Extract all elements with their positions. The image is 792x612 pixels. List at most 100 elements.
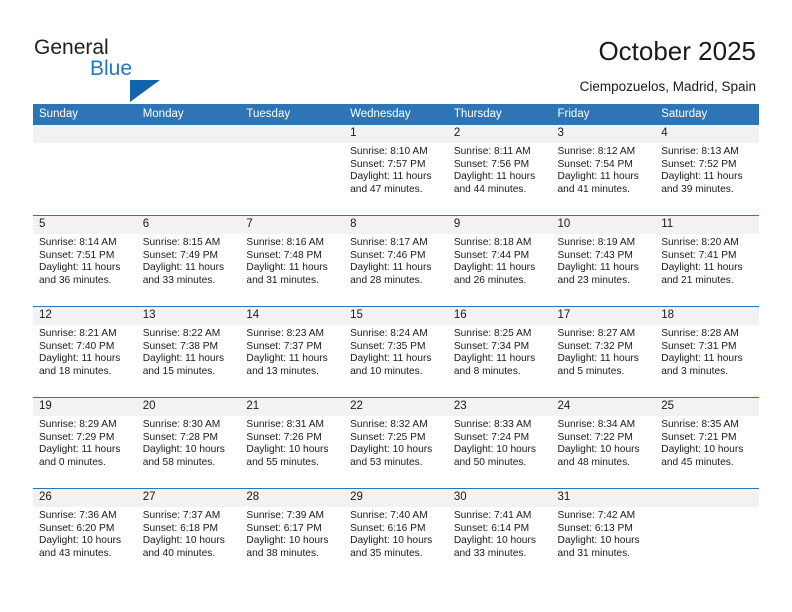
day-sunrise-text: Sunrise: 7:40 AM — [350, 510, 428, 521]
calendar-grid-wrapper: Sunday Monday Tuesday Wednesday Thursday… — [33, 104, 759, 579]
calendar-day-cell[interactable]: 27 Sunrise: 7:37 AM Sunset: 6:18 PM Dayligh… — [136, 488, 241, 579]
day-daylight-line-text: and 8 minutes. — [453, 365, 521, 377]
day-number: 21 — [240, 398, 345, 416]
calendar-day-cell[interactable]: 19 Sunrise: 8:29 AM Sunset: 7:29 PM Dayligh… — [33, 397, 137, 489]
day-number: 19 — [33, 398, 137, 416]
day-details: Sunrise: 8:32 AM Sunset: 7:25 PM Daylight:… — [344, 416, 448, 469]
day-daylight-line-text: Daylight: 11 hours — [453, 353, 536, 365]
day-number: 2 — [447, 125, 552, 143]
calendar-day-cell[interactable]: 15 Sunrise: 8:24 AM Sunset: 7:35 PM Dayligh… — [344, 306, 448, 398]
calendar-header-row: Sunday Monday Tuesday Wednesday Thursday… — [33, 104, 759, 125]
calendar-day-cell[interactable]: 24 Sunrise: 8:34 AM Sunset: 7:22 PM Dayligh… — [551, 397, 656, 489]
day-daylight-line-text: and 58 minutes. — [142, 456, 216, 468]
calendar-day-cell[interactable]: 20 Sunrise: 8:30 AM Sunset: 7:28 PM Dayligh… — [136, 397, 241, 489]
calendar-day-cell[interactable]: 13 Sunrise: 8:22 AM Sunset: 7:38 PM Dayligh… — [136, 306, 241, 398]
day-sunset-text: Sunset: 7:44 PM — [453, 249, 530, 261]
calendar-day-cell[interactable]: 6 Sunrise: 8:15 AM Sunset: 7:49 PM Daylight… — [136, 215, 241, 307]
calendar-day-cell-empty — [655, 488, 759, 579]
day-daylight-line-text: Daylight: 11 hours — [661, 353, 743, 365]
day-number: 14 — [240, 307, 345, 325]
calendar-day-cell[interactable]: 25 Sunrise: 8:35 AM Sunset: 7:21 PM Dayligh… — [655, 397, 759, 489]
day-daylight-line-text: Daylight: 10 hours — [39, 535, 122, 547]
day-daylight-line-text: Daylight: 11 hours — [661, 171, 743, 183]
day-sunset-text: Sunset: 7:29 PM — [39, 431, 115, 443]
calendar-day-cell[interactable]: 4 Sunrise: 8:13 AM Sunset: 7:52 PM Daylight… — [655, 125, 759, 216]
day-daylight-line-text: and 26 minutes. — [453, 274, 527, 286]
day-daylight-line-text: Daylight: 11 hours — [453, 171, 536, 183]
calendar-day-cell-empty — [136, 125, 241, 216]
day-details: Sunrise: 8:34 AM Sunset: 7:22 PM Daylight:… — [552, 416, 656, 469]
calendar-day-cell[interactable]: 18 Sunrise: 8:28 AM Sunset: 7:31 PM Dayligh… — [655, 306, 759, 398]
day-sunset-text: Sunset: 6:16 PM — [350, 522, 426, 534]
calendar-day-cell[interactable]: 16 Sunrise: 8:25 AM Sunset: 7:34 PM Dayligh… — [447, 306, 552, 398]
day-daylight-line-text: Daylight: 11 hours — [39, 444, 121, 456]
day-daylight-line-text: Daylight: 11 hours — [246, 353, 328, 365]
day-sunrise-text: Sunrise: 7:41 AM — [453, 510, 532, 521]
day-sunset-text: Sunset: 7:32 PM — [557, 340, 633, 352]
day-daylight-line-text: Daylight: 10 hours — [246, 444, 329, 456]
day-number: 10 — [551, 216, 656, 234]
calendar-day-cell[interactable]: 1 Sunrise: 8:10 AM Sunset: 7:57 PM Daylight… — [344, 125, 448, 216]
calendar-day-cell[interactable]: 31 Sunrise: 7:42 AM Sunset: 6:13 PM Dayligh… — [551, 488, 656, 579]
day-daylight-line-text: Daylight: 11 hours — [661, 262, 743, 274]
day-sunrise-text: Sunrise: 8:32 AM — [350, 419, 428, 430]
day-sunset-text: Sunset: 7:40 PM — [39, 340, 115, 352]
calendar-day-cell[interactable]: 5 Sunrise: 8:14 AM Sunset: 7:51 PM Daylight… — [33, 215, 137, 307]
calendar-day-cell[interactable]: 21 Sunrise: 8:31 AM Sunset: 7:26 PM Dayligh… — [240, 397, 345, 489]
day-number — [240, 125, 345, 143]
day-number: 27 — [136, 489, 241, 507]
calendar-day-cell[interactable]: 12 Sunrise: 8:21 AM Sunset: 7:40 PM Dayligh… — [33, 306, 137, 398]
day-daylight-line-text: Daylight: 11 hours — [39, 353, 121, 365]
day-number: 12 — [33, 307, 137, 325]
calendar-day-cell[interactable]: 22 Sunrise: 8:32 AM Sunset: 7:25 PM Dayligh… — [344, 397, 448, 489]
day-sunrise-text: Sunrise: 8:34 AM — [557, 419, 636, 430]
day-daylight-line-text: and 31 minutes. — [246, 274, 319, 286]
page-location: Ciempozuelos, Madrid, Spain — [579, 79, 756, 94]
day-daylight-line-text: Daylight: 10 hours — [350, 444, 433, 456]
calendar-day-cell[interactable]: 8 Sunrise: 8:17 AM Sunset: 7:46 PM Daylight… — [344, 215, 448, 307]
calendar-day-cell[interactable]: 7 Sunrise: 8:16 AM Sunset: 7:48 PM Daylight… — [240, 215, 345, 307]
day-details: Sunrise: 7:40 AM Sunset: 6:16 PM Daylight:… — [344, 507, 448, 560]
day-daylight-line-text: and 53 minutes. — [350, 456, 423, 468]
day-sunset-text: Sunset: 7:52 PM — [661, 158, 737, 170]
calendar-day-cell[interactable]: 10 Sunrise: 8:19 AM Sunset: 7:43 PM Dayligh… — [551, 215, 656, 307]
calendar-day-cell[interactable]: 30 Sunrise: 7:41 AM Sunset: 6:14 PM Dayligh… — [447, 488, 552, 579]
day-sunrise-text: Sunrise: 8:13 AM — [661, 146, 739, 157]
day-sunrise-text: Sunrise: 8:24 AM — [350, 328, 428, 339]
calendar-day-cell[interactable]: 11 Sunrise: 8:20 AM Sunset: 7:41 PM Dayligh… — [655, 215, 759, 307]
day-daylight-line-text: and 33 minutes. — [142, 274, 216, 286]
calendar-day-cell[interactable]: 29 Sunrise: 7:40 AM Sunset: 6:16 PM Dayligh… — [344, 488, 448, 579]
calendar-day-cell[interactable]: 2 Sunrise: 8:11 AM Sunset: 7:56 PM Daylight… — [447, 125, 552, 216]
day-details: Sunrise: 8:13 AM Sunset: 7:52 PM Daylight:… — [655, 143, 759, 196]
day-details: Sunrise: 8:24 AM Sunset: 7:35 PM Daylight:… — [344, 325, 448, 378]
day-details: Sunrise: 8:31 AM Sunset: 7:26 PM Daylight:… — [240, 416, 344, 469]
day-sunset-text: Sunset: 6:14 PM — [453, 522, 530, 534]
day-sunset-text: Sunset: 7:51 PM — [39, 249, 115, 261]
day-number: 11 — [655, 216, 759, 234]
day-daylight-line-text: and 55 minutes. — [246, 456, 319, 468]
calendar-day-cell[interactable]: 26 Sunrise: 7:36 AM Sunset: 6:20 PM Dayligh… — [33, 488, 137, 579]
day-details: Sunrise: 8:28 AM Sunset: 7:31 PM Daylight:… — [655, 325, 759, 378]
calendar-day-cell[interactable]: 14 Sunrise: 8:23 AM Sunset: 7:37 PM Dayligh… — [240, 306, 345, 398]
day-daylight-line-text: Daylight: 10 hours — [557, 535, 640, 547]
day-daylight-line-text: Daylight: 11 hours — [246, 262, 328, 274]
day-number: 4 — [655, 125, 759, 143]
calendar-day-cell[interactable]: 28 Sunrise: 7:39 AM Sunset: 6:17 PM Dayligh… — [240, 488, 345, 579]
day-daylight-line-text: and 13 minutes. — [246, 365, 319, 377]
day-number: 1 — [344, 125, 448, 143]
calendar-day-cell[interactable]: 23 Sunrise: 8:33 AM Sunset: 7:24 PM Dayligh… — [447, 397, 552, 489]
day-sunrise-text: Sunrise: 8:12 AM — [557, 146, 636, 157]
calendar-day-cell[interactable]: 17 Sunrise: 8:27 AM Sunset: 7:32 PM Dayligh… — [551, 306, 656, 398]
day-details: Sunrise: 8:25 AM Sunset: 7:34 PM Daylight:… — [448, 325, 552, 378]
day-number: 22 — [344, 398, 448, 416]
calendar-day-cell[interactable]: 3 Sunrise: 8:12 AM Sunset: 7:54 PM Daylight… — [551, 125, 656, 216]
calendar-week-row: 19 Sunrise: 8:29 AM Sunset: 7:29 PM Dayligh… — [33, 397, 759, 489]
day-sunrise-text: Sunrise: 7:37 AM — [142, 510, 221, 521]
day-daylight-line-text: Daylight: 10 hours — [453, 535, 536, 547]
day-number: 15 — [344, 307, 448, 325]
calendar-day-cell[interactable]: 9 Sunrise: 8:18 AM Sunset: 7:44 PM Daylight… — [447, 215, 552, 307]
day-sunrise-text: Sunrise: 8:25 AM — [453, 328, 532, 339]
day-details: Sunrise: 8:30 AM Sunset: 7:28 PM Daylight:… — [137, 416, 241, 469]
day-sunset-text: Sunset: 7:49 PM — [142, 249, 219, 261]
day-sunrise-text: Sunrise: 8:28 AM — [661, 328, 739, 339]
